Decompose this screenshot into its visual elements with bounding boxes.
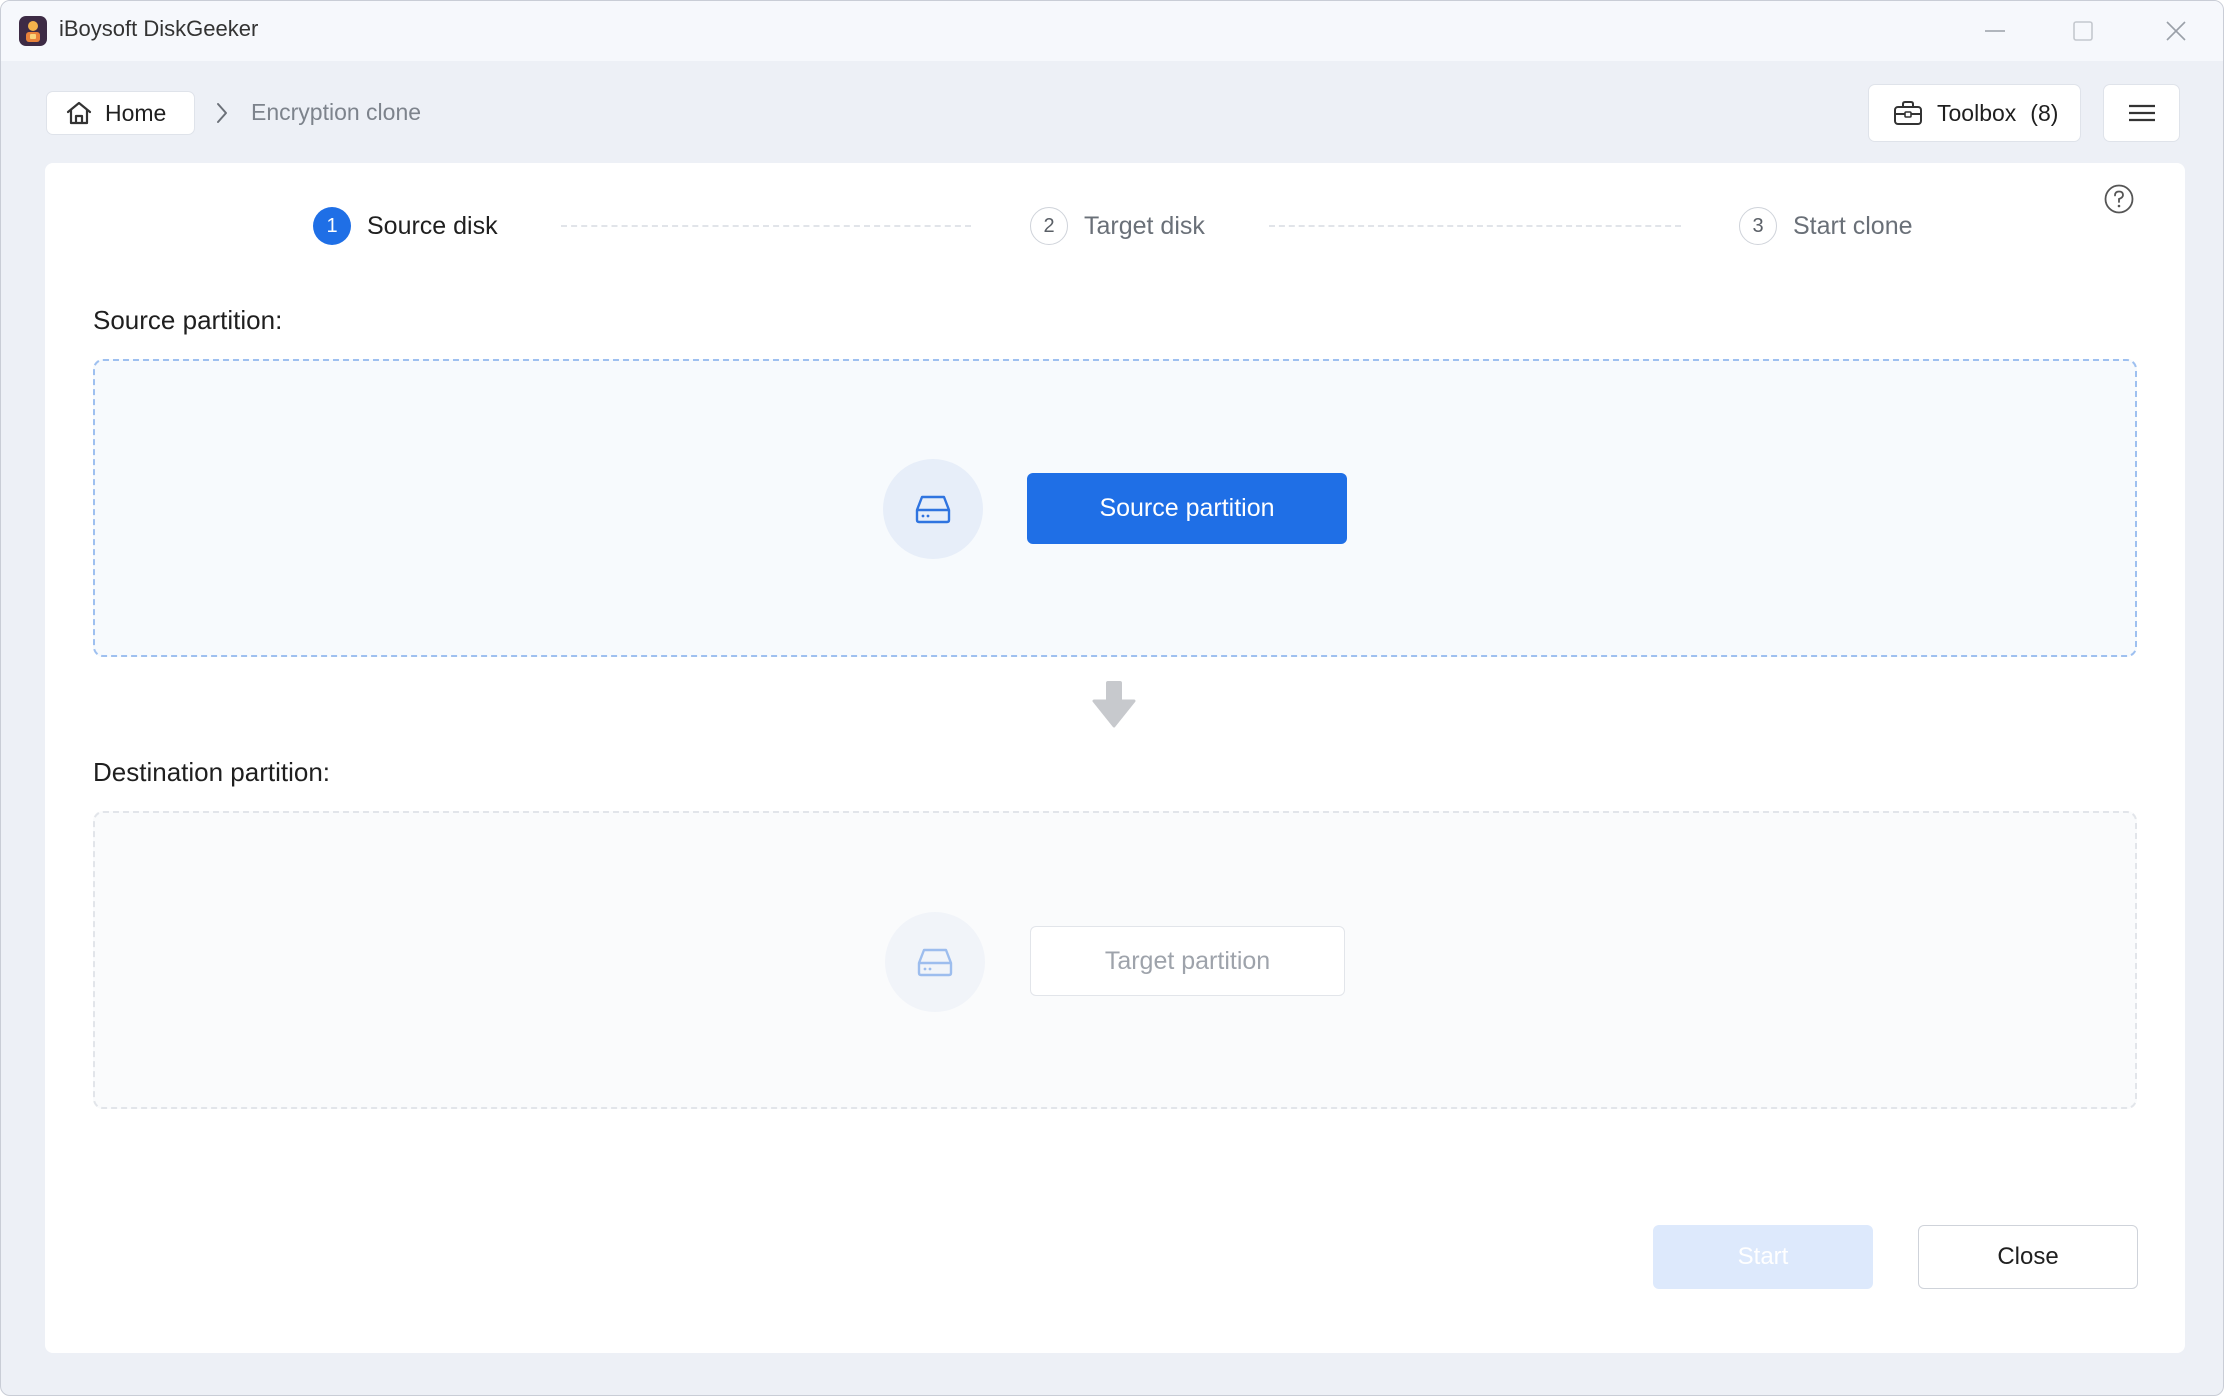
step-target-disk: 2 Target disk (1030, 207, 1205, 245)
hard-drive-icon (915, 495, 951, 524)
step-label: Target disk (1084, 211, 1205, 240)
title-bar: iBoysoft DiskGeeker (1, 1, 2223, 61)
destination-disk-badge (885, 912, 985, 1012)
maximize-icon[interactable] (2063, 15, 2103, 47)
arrow-down-icon (1092, 681, 1136, 728)
app-title: iBoysoft DiskGeeker (59, 16, 259, 41)
source-partition-button[interactable]: Source partition (1027, 473, 1347, 544)
menu-button[interactable] (2103, 84, 2180, 142)
app-window: iBoysoft DiskGeeker Home Encryption clon… (0, 0, 2224, 1396)
toolbox-count: (8) (2030, 99, 2059, 126)
chevron-right-icon (217, 103, 227, 123)
step-label: Source disk (367, 211, 498, 240)
step-label: Start clone (1793, 211, 1913, 240)
step-number: 2 (1030, 207, 1068, 245)
help-circle-icon[interactable] (2103, 183, 2135, 215)
start-button[interactable]: Start (1653, 1225, 1873, 1289)
step-start-clone: 3 Start clone (1739, 207, 1913, 245)
close-button[interactable]: Close (1918, 1225, 2138, 1289)
hamburger-menu-icon (2128, 104, 2155, 122)
minimize-icon[interactable] (1975, 15, 2015, 47)
close-icon[interactable] (2156, 15, 2196, 47)
breadcrumb-home-label: Home (105, 99, 167, 126)
toolbox-button[interactable]: Toolbox (8) (1868, 84, 2081, 142)
step-connector (561, 225, 971, 227)
destination-section-label: Destination partition: (93, 757, 331, 787)
target-partition-button[interactable]: Target partition (1030, 926, 1345, 996)
step-number: 3 (1739, 207, 1777, 245)
toolbox-icon (1894, 101, 1922, 125)
app-logo-icon (19, 16, 47, 46)
breadcrumb-home-button[interactable]: Home (46, 91, 195, 135)
source-section-label: Source partition: (93, 305, 283, 335)
home-icon (66, 101, 92, 125)
step-connector (1269, 225, 1681, 227)
toolbox-label: Toolbox (1937, 99, 2017, 126)
hard-drive-icon (917, 948, 953, 977)
source-disk-badge (883, 459, 983, 559)
step-number: 1 (313, 207, 351, 245)
breadcrumb-current: Encryption clone (251, 99, 422, 125)
step-source-disk: 1 Source disk (313, 207, 498, 245)
main-panel (45, 163, 2185, 1353)
